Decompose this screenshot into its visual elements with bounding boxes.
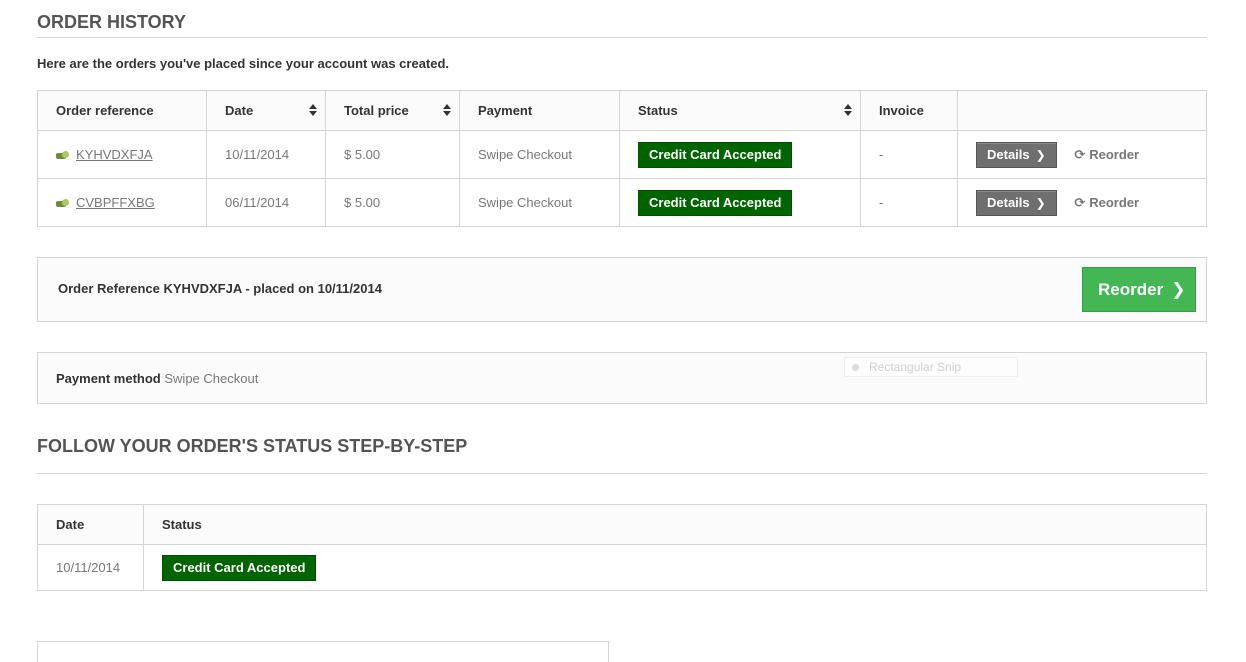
order-reference-link[interactable]: KYHVDXFJA	[76, 147, 153, 162]
reorder-button-label: Reorder	[1098, 280, 1164, 299]
col-step-date: Date	[37, 504, 144, 545]
snip-icon	[852, 364, 859, 371]
order-reference-link[interactable]: CVBPFFXBG	[76, 195, 155, 210]
status-badge: Credit Card Accepted	[638, 189, 793, 216]
col-invoice: Invoice	[860, 90, 958, 131]
details-button[interactable]: Details ❯	[976, 189, 1057, 216]
sort-icon[interactable]	[844, 104, 852, 116]
snip-label: Rectangular Snip	[869, 360, 962, 374]
col-actions	[957, 90, 1207, 131]
order-invoice: -	[860, 178, 958, 227]
order-actions: Details ❯ ⟳ Reorder	[957, 130, 1207, 179]
order-reference-text: Order Reference KYHVDXFJA - placed on 10…	[58, 281, 382, 296]
order-payment: Swipe Checkout	[459, 178, 620, 227]
col-order-reference: Order reference	[37, 90, 207, 131]
payment-method: Payment method Swipe Checkout	[56, 371, 258, 386]
table-row: CVBPFFXBG 06/11/2014 $ 5.00 Swipe Checko…	[37, 178, 1207, 227]
refresh-icon: ⟳	[1074, 146, 1086, 162]
col-date-label: Date	[225, 103, 254, 118]
order-reference-cell: KYHVDXFJA	[37, 130, 207, 179]
step-status-cell: Credit Card Accepted	[143, 544, 1207, 591]
details-button-label: Details	[987, 194, 1030, 210]
order-total: $ 5.00	[325, 130, 460, 179]
order-status-cell: Credit Card Accepted	[619, 130, 861, 179]
rectangular-snip-overlay: Rectangular Snip	[844, 357, 1018, 377]
chevron-right-icon: ❯	[1035, 147, 1046, 162]
order-reference-cell: CVBPFFXBG	[37, 178, 207, 227]
status-section-title: FOLLOW YOUR ORDER'S STATUS STEP-BY-STEP	[37, 434, 1207, 474]
refresh-icon: ⟳	[1074, 194, 1086, 210]
reorder-button[interactable]: Reorder ❯	[1082, 267, 1196, 312]
reorder-link[interactable]: ⟳ Reorder	[1074, 195, 1139, 211]
col-total-price[interactable]: Total price	[325, 90, 460, 131]
status-table-header: Date Status	[37, 504, 1207, 545]
col-total-price-label: Total price	[344, 103, 409, 118]
step-date: 10/11/2014	[37, 544, 144, 591]
order-payment: Swipe Checkout	[459, 130, 620, 179]
col-date[interactable]: Date	[206, 90, 326, 131]
payment-method-box: Payment method Swipe Checkout Rectangula…	[37, 352, 1207, 404]
orders-table: Order reference Date Total price Payment…	[37, 90, 1207, 227]
chevron-right-icon: ❯	[1171, 280, 1186, 299]
order-reference-icon	[56, 151, 70, 161]
sort-icon[interactable]	[443, 104, 451, 116]
status-badge: Credit Card Accepted	[162, 554, 317, 581]
col-payment: Payment	[459, 90, 620, 131]
sort-icon[interactable]	[309, 104, 317, 116]
details-button-label: Details	[987, 146, 1030, 162]
order-total: $ 5.00	[325, 178, 460, 227]
order-reference-icon	[56, 199, 70, 209]
col-status[interactable]: Status	[619, 90, 861, 131]
col-step-status: Status	[143, 504, 1207, 545]
reorder-link-label: Reorder	[1089, 146, 1140, 162]
chevron-right-icon: ❯	[1035, 195, 1046, 210]
table-row: KYHVDXFJA 10/11/2014 $ 5.00 Swipe Checko…	[37, 130, 1207, 179]
status-steps-table: Date Status 10/11/2014 Credit Card Accep…	[37, 504, 1207, 591]
status-badge: Credit Card Accepted	[638, 141, 793, 168]
order-history-page: ORDER HISTORY Here are the orders you've…	[37, 0, 1207, 591]
order-reference-box: Order Reference KYHVDXFJA - placed on 10…	[37, 257, 1207, 322]
payment-method-value: Swipe Checkout	[164, 371, 259, 386]
order-date: 06/11/2014	[206, 178, 326, 227]
orders-table-header: Order reference Date Total price Payment…	[37, 90, 1207, 131]
order-actions: Details ❯ ⟳ Reorder	[957, 178, 1207, 227]
order-invoice: -	[860, 130, 958, 179]
order-date: 10/11/2014	[206, 130, 326, 179]
reorder-link-label: Reorder	[1089, 194, 1140, 210]
details-button[interactable]: Details ❯	[976, 141, 1057, 168]
order-status-cell: Credit Card Accepted	[619, 178, 861, 227]
reorder-link[interactable]: ⟳ Reorder	[1074, 147, 1139, 163]
payment-method-label: Payment method	[56, 371, 161, 386]
intro-text: Here are the orders you've placed since …	[37, 56, 450, 71]
table-row: 10/11/2014 Credit Card Accepted	[37, 544, 1207, 591]
page-title: ORDER HISTORY	[37, 0, 1207, 38]
col-status-label: Status	[638, 103, 678, 118]
next-section-box	[37, 641, 609, 662]
